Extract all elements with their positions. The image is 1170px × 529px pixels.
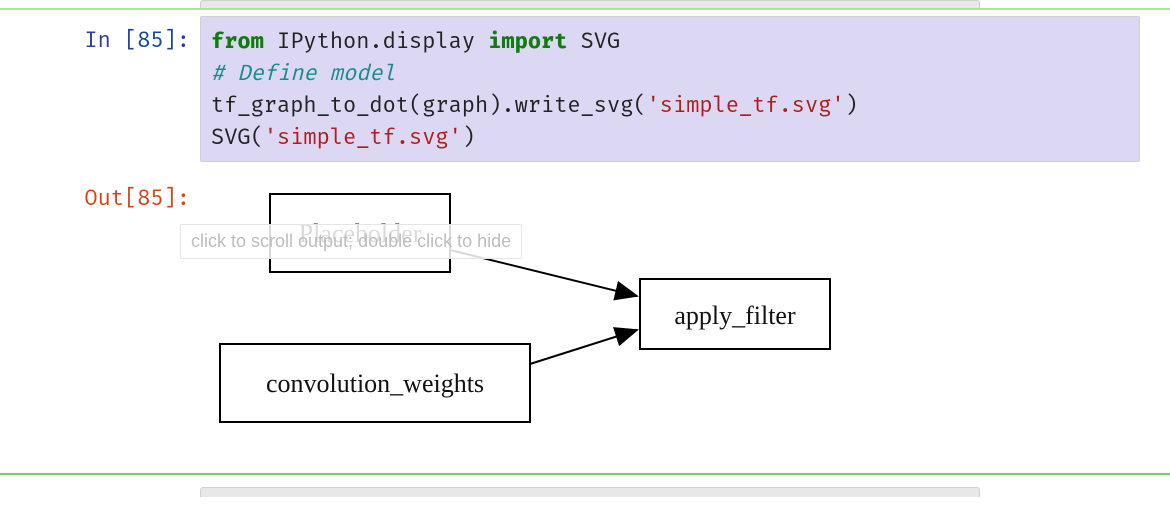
in-prefix: In — [84, 26, 124, 53]
exec-count-out: 85 — [137, 184, 163, 211]
graph-svg: Placeholder convolution_weights apply_fi… — [200, 184, 900, 444]
output-cell: Out[85]: click to scroll output; double … — [0, 168, 1170, 473]
code-input[interactable]: from IPython.display import SVG # Define… — [200, 16, 1140, 162]
kw-from: from — [211, 27, 264, 54]
output-scroll-tooltip: click to scroll output; double click to … — [180, 224, 522, 259]
bracket-open: [ — [124, 26, 137, 53]
code-line4-str: 'simple_tf.svg' — [264, 123, 462, 150]
module-name: IPython.display — [264, 27, 488, 54]
next-cell-stub — [200, 487, 980, 497]
output-area[interactable]: click to scroll output; double click to … — [200, 174, 1170, 467]
input-cell: In [85]: from IPython.display import SVG… — [0, 10, 1170, 168]
code-line3-str: 'simple_tf.svg' — [647, 91, 845, 118]
graph-edge-convweights-to-apply — [530, 330, 637, 364]
graph-node-applyfilter-label: apply_filter — [674, 301, 796, 330]
code-line4-pre: SVG( — [211, 123, 264, 150]
exec-count: 85 — [137, 26, 163, 53]
comment: # Define model — [211, 59, 396, 86]
code-line4-post: ) — [462, 123, 475, 150]
out-prefix: Out — [84, 184, 124, 211]
code-line3-pre: tf_graph_to_dot(graph).write_svg( — [211, 91, 647, 118]
prev-cell-stub — [200, 0, 980, 8]
code-line3-post: ) — [845, 91, 858, 118]
gap — [0, 475, 1170, 487]
bracket-close-out: ]: — [164, 184, 190, 211]
kw-import: import — [488, 27, 567, 54]
bracket-close: ]: — [164, 26, 190, 53]
input-prompt: In [85]: — [0, 16, 200, 162]
bracket-open-out: [ — [124, 184, 137, 211]
import-name: SVG — [567, 27, 620, 54]
graph-node-convweights-label: convolution_weights — [266, 369, 484, 398]
output-prompt: Out[85]: — [0, 174, 200, 211]
